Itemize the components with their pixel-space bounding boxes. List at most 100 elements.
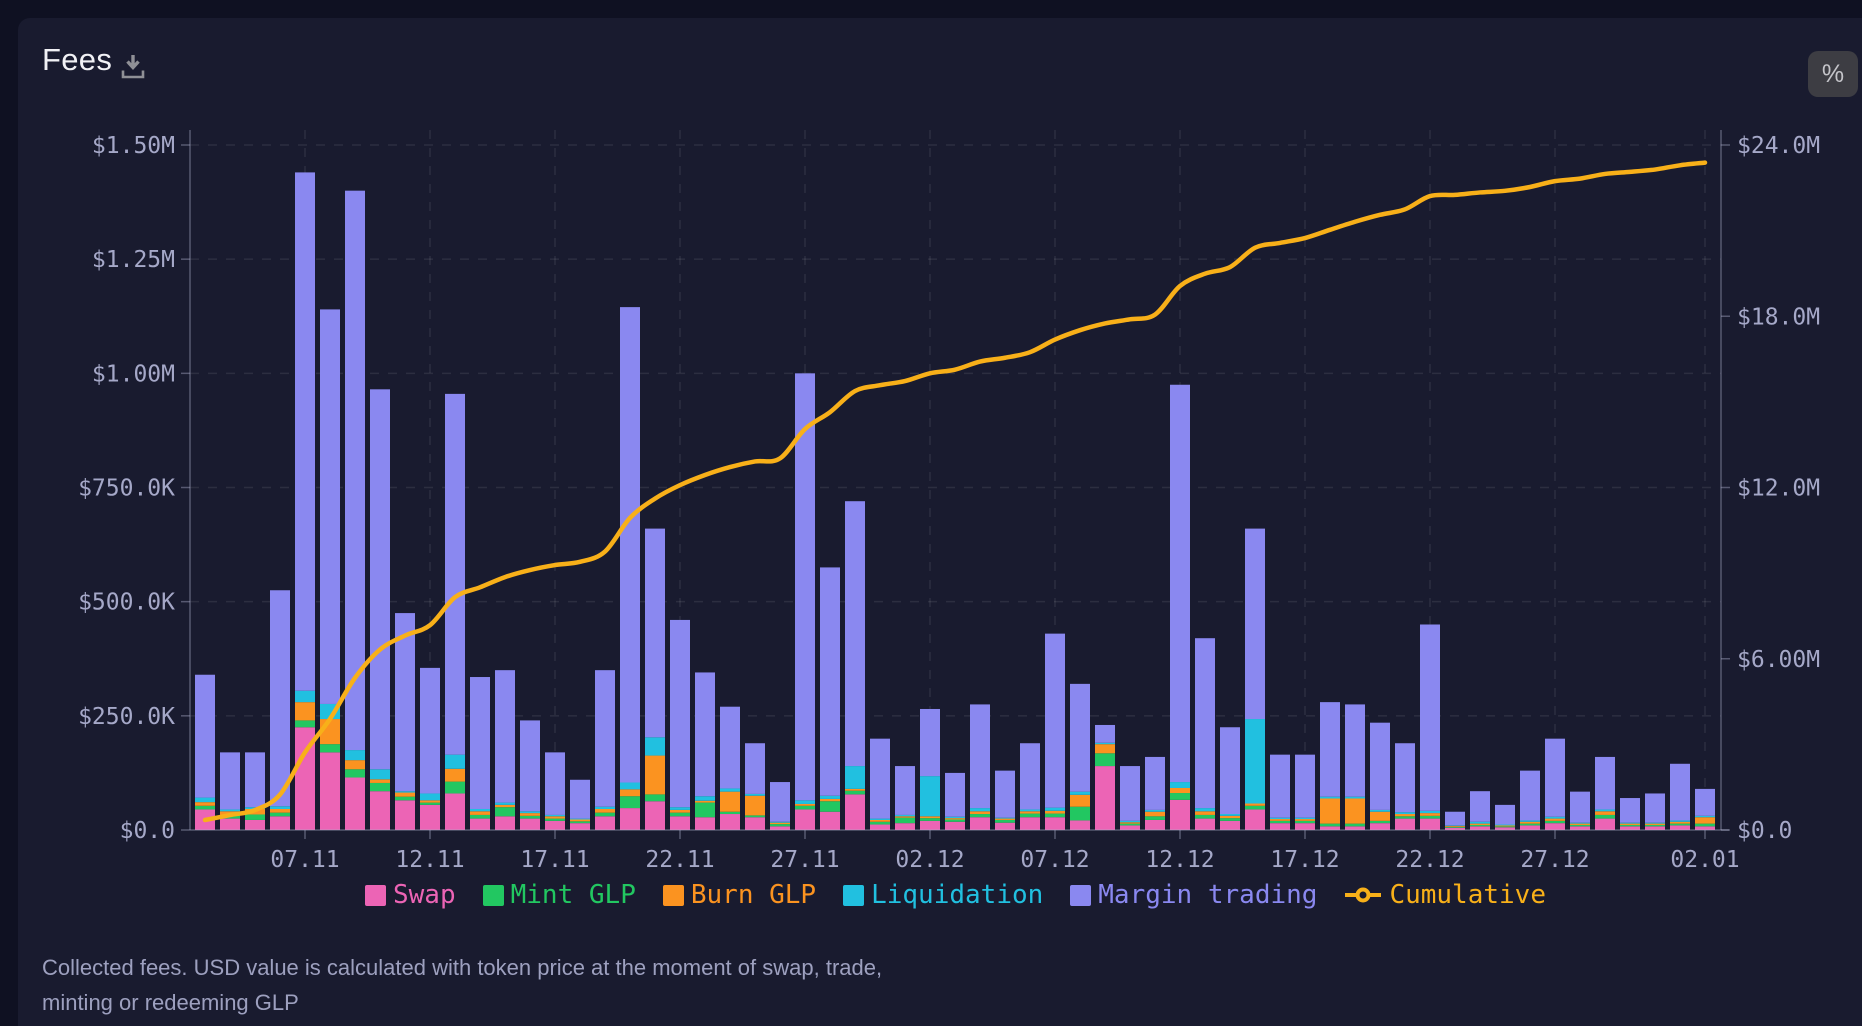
bar-segment-liquidation: [1320, 797, 1340, 799]
y-axis-label-left: $750.0K: [78, 476, 175, 502]
bar-segment-liquidation: [820, 796, 840, 799]
bar-segment-margin-trading: [1095, 725, 1115, 743]
bar-segment-margin-trading: [1420, 625, 1440, 811]
chart-description-line2: minting or redeeming GLP: [42, 985, 1142, 1020]
bar-segment-burn-glp: [1620, 824, 1640, 825]
x-axis-label: 17.12: [1270, 847, 1339, 873]
bar-segment-liquidation: [920, 776, 940, 816]
y-axis-label-right: $6.00M: [1737, 647, 1820, 673]
bar-segment-margin-trading: [1195, 638, 1215, 808]
bar-segment-burn-glp: [1395, 814, 1415, 816]
bar-segment-mint-glp: [1095, 753, 1115, 766]
bar-segment-mint-glp: [645, 794, 665, 801]
bar-segment-liquidation: [1645, 823, 1665, 824]
x-axis-label: 02.01: [1670, 847, 1739, 873]
bar-stack: [1470, 791, 1490, 830]
bar-segment-mint-glp: [870, 822, 890, 825]
bar-segment-margin-trading: [1495, 805, 1515, 825]
bar-segment-burn-glp: [1020, 811, 1040, 813]
bar-segment-burn-glp: [1520, 822, 1540, 824]
bar-segment-burn-glp: [620, 789, 640, 796]
bar-segment-burn-glp: [1270, 819, 1290, 821]
bar-segment-burn-glp: [845, 789, 865, 791]
bar-segment-swap: [620, 808, 640, 830]
bar-segment-burn-glp: [445, 769, 465, 782]
bar-segment-liquidation: [1245, 719, 1265, 803]
bar-segment-mint-glp: [945, 819, 965, 821]
bar-segment-burn-glp: [770, 823, 790, 824]
bar-segment-mint-glp: [1545, 821, 1565, 823]
x-axis-label: 17.11: [520, 847, 589, 873]
bar-segment-liquidation: [1195, 808, 1215, 811]
bar-segment-mint-glp: [745, 815, 765, 817]
bar-segment-mint-glp: [1295, 821, 1315, 823]
bar-segment-margin-trading: [420, 668, 440, 794]
bar-segment-swap: [1195, 819, 1215, 830]
bar-segment-margin-trading: [445, 394, 465, 755]
bar-segment-liquidation: [845, 766, 865, 789]
bar-segment-liquidation: [1545, 817, 1565, 819]
bar-segment-liquidation: [1395, 812, 1415, 814]
bar-stack: [1370, 723, 1390, 830]
y-axis-label-left: $250.0K: [78, 704, 175, 730]
bar-segment-swap: [1245, 809, 1265, 830]
bar-segment-burn-glp: [345, 760, 365, 769]
bar-segment-liquidation: [620, 783, 640, 790]
bar-stack: [1670, 764, 1690, 830]
y-axis-label-right: $12.0M: [1737, 476, 1820, 502]
bar-stack: [1345, 704, 1365, 830]
bar-segment-liquidation: [1120, 821, 1140, 822]
bar-segment-liquidation: [770, 822, 790, 823]
bar-stack: [1245, 529, 1265, 830]
bar-segment-margin-trading: [320, 309, 340, 704]
legend-item-cumulative[interactable]: Cumulative: [1344, 880, 1546, 910]
bar-segment-swap: [1170, 800, 1190, 830]
legend-label-margin-trading: Margin trading: [1098, 880, 1317, 910]
bar-segment-mint-glp: [1195, 815, 1215, 819]
bar-segment-swap: [395, 800, 415, 830]
bar-segment-mint-glp: [1270, 821, 1290, 823]
bar-segment-swap: [795, 809, 815, 830]
bar-stack: [620, 307, 640, 830]
bar-segment-burn-glp: [1120, 822, 1140, 823]
bar-segment-mint-glp: [1620, 825, 1640, 826]
bar-segment-margin-trading: [1045, 634, 1065, 808]
bar-segment-liquidation: [695, 796, 715, 801]
bar-segment-mint-glp: [295, 720, 315, 727]
bar-stack: [1195, 638, 1215, 830]
x-axis-label: 12.11: [395, 847, 464, 873]
bar-segment-burn-glp: [570, 819, 590, 821]
bar-segment-liquidation: [1045, 808, 1065, 811]
bar-segment-liquidation: [720, 788, 740, 791]
bar-stack: [1220, 727, 1240, 830]
bar-segment-mint-glp: [245, 814, 265, 819]
bar-stack: [1170, 385, 1190, 830]
bar-stack: [1095, 725, 1115, 830]
legend-item-burn-glp[interactable]: Burn GLP: [663, 880, 816, 910]
y-axis-label-right: $24.0M: [1737, 133, 1820, 159]
bar-segment-liquidation: [1170, 782, 1190, 788]
legend-swatch-mint-glp: [483, 885, 504, 906]
bar-segment-burn-glp: [1470, 824, 1490, 825]
bar-segment-mint-glp: [1220, 818, 1240, 821]
bar-segment-mint-glp: [1645, 825, 1665, 826]
legend-item-mint-glp[interactable]: Mint GLP: [483, 880, 636, 910]
fees-chart-canvas[interactable]: $1.50M$1.25M$1.00M$750.0K$500.0K$250.0K$…: [0, 0, 1862, 1026]
legend-item-margin-trading[interactable]: Margin trading: [1070, 880, 1317, 910]
bar-stack: [1145, 757, 1165, 830]
bar-segment-mint-glp: [1520, 824, 1540, 826]
bar-segment-burn-glp: [295, 702, 315, 720]
legend-item-swap[interactable]: Swap: [365, 880, 456, 910]
bar-segment-liquidation: [1070, 792, 1090, 795]
bar-segment-burn-glp: [195, 802, 215, 806]
legend-item-liquidation[interactable]: Liquidation: [843, 880, 1043, 910]
bar-segment-swap: [1045, 817, 1065, 830]
bar-segment-liquidation: [395, 791, 415, 792]
bar-segment-burn-glp: [1195, 811, 1215, 815]
bar-segment-mint-glp: [570, 821, 590, 823]
bar-segment-swap: [345, 777, 365, 830]
bar-segment-margin-trading: [1370, 723, 1390, 810]
bar-stack: [470, 677, 490, 830]
bar-segment-swap: [320, 752, 340, 830]
bar-segment-margin-trading: [1670, 764, 1690, 821]
